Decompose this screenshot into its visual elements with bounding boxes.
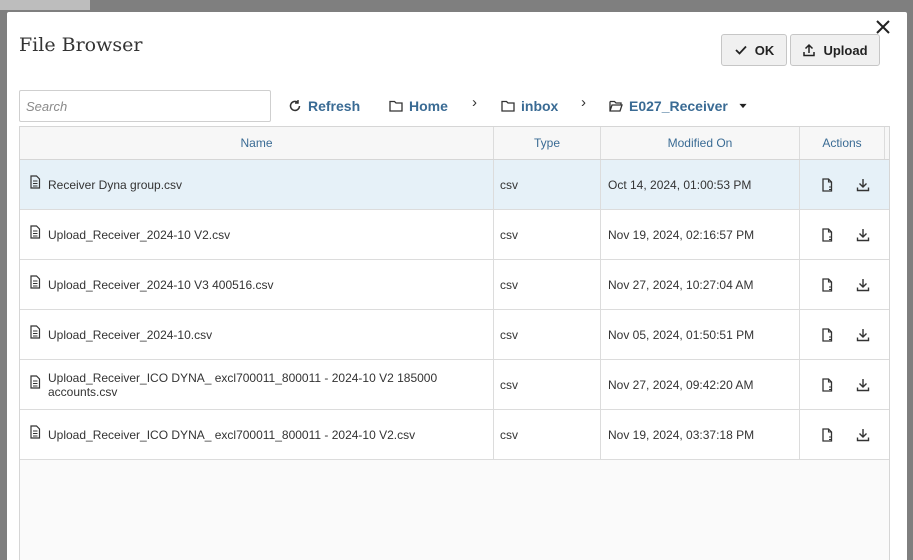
breadcrumb-home-label: Home <box>409 98 448 114</box>
refresh-button[interactable]: Refresh <box>288 98 360 114</box>
preview-file-icon[interactable] <box>820 427 834 442</box>
refresh-icon <box>289 100 301 112</box>
dialog-title: File Browser <box>19 34 143 56</box>
breadcrumb-current[interactable]: E027_Receiver <box>609 98 748 114</box>
table-row[interactable]: Upload_Receiver_2024-10 V3 400516.csv csv… <box>20 260 889 310</box>
file-name[interactable]: Upload_Receiver_2024-10 V3 400516.csv <box>48 278 274 292</box>
breadcrumb-separator: › <box>581 94 586 111</box>
caret-down-icon <box>739 103 747 109</box>
preview-file-icon[interactable] <box>820 377 834 392</box>
column-header-modified[interactable]: Modified On <box>601 127 800 159</box>
type-cell: csv <box>494 260 601 309</box>
file-icon <box>28 424 42 439</box>
search-input[interactable] <box>19 90 271 122</box>
file-name[interactable]: Upload_Receiver_2024-10.csv <box>48 328 212 342</box>
table-row[interactable]: Upload_Receiver_ICO DYNA_ excl700011_800… <box>20 410 889 460</box>
modified-cell: Oct 14, 2024, 01:00:53 PM <box>601 160 800 209</box>
file-icon <box>28 324 42 339</box>
name-cell: Receiver Dyna group.csv <box>20 160 494 209</box>
actions-cell <box>800 260 889 309</box>
ok-label: OK <box>754 42 775 58</box>
upload-button[interactable]: Upload <box>790 34 880 66</box>
file-browser-dialog: File Browser OK Upload Refresh Home › in… <box>7 12 907 560</box>
download-icon[interactable] <box>856 328 870 342</box>
actions-cell <box>800 210 889 259</box>
name-cell: Upload_Receiver_ICO DYNA_ excl700011_800… <box>20 360 494 409</box>
modified-cell: Nov 05, 2024, 01:50:51 PM <box>601 310 800 359</box>
breadcrumb-current-label: E027_Receiver <box>629 98 728 114</box>
file-table: Name Type Modified On Actions Receiver D… <box>19 126 890 560</box>
table-row[interactable]: Upload_Receiver_2024-10.csv csv Nov 05, 20… <box>20 310 889 360</box>
table-row[interactable]: Upload_Receiver_2024-10 V2.csv csv Nov 19,… <box>20 210 889 260</box>
breadcrumb-home[interactable]: Home <box>389 98 448 114</box>
background-tab <box>0 0 90 10</box>
type-cell: csv <box>494 310 601 359</box>
upload-label: Upload <box>823 42 868 58</box>
name-cell: Upload_Receiver_2024-10 V2.csv <box>20 210 494 259</box>
breadcrumb-inbox-label: inbox <box>521 98 559 114</box>
file-icon <box>28 224 42 239</box>
type-cell: csv <box>494 210 601 259</box>
file-name[interactable]: Receiver Dyna group.csv <box>48 178 182 192</box>
download-icon[interactable] <box>856 228 870 242</box>
file-icon <box>28 374 42 389</box>
check-icon <box>735 45 747 55</box>
file-icon <box>28 174 42 189</box>
modified-cell: Nov 19, 2024, 02:16:57 PM <box>601 210 800 259</box>
download-icon[interactable] <box>856 278 870 292</box>
modified-cell: Nov 19, 2024, 03:37:18 PM <box>601 410 800 459</box>
name-cell: Upload_Receiver_ICO DYNA_ excl700011_800… <box>20 410 494 459</box>
refresh-label: Refresh <box>308 98 361 114</box>
type-cell: csv <box>494 160 601 209</box>
name-cell: Upload_Receiver_2024-10 V3 400516.csv <box>20 260 494 309</box>
preview-file-icon[interactable] <box>820 177 834 192</box>
preview-file-icon[interactable] <box>820 277 834 292</box>
table-row[interactable]: Receiver Dyna group.csv csv Oct 14, 2024, … <box>20 160 889 210</box>
column-header-type[interactable]: Type <box>494 127 601 159</box>
table-row[interactable]: Upload_Receiver_ICO DYNA_ excl700011_800… <box>20 360 889 410</box>
modified-cell: Nov 27, 2024, 10:27:04 AM <box>601 260 800 309</box>
folder-icon <box>501 100 515 112</box>
file-name[interactable]: Upload_Receiver_ICO DYNA_ excl700011_800… <box>48 428 415 442</box>
type-cell: csv <box>494 410 601 459</box>
download-icon[interactable] <box>856 178 870 192</box>
upload-icon <box>803 43 816 57</box>
ok-button[interactable]: OK <box>721 34 787 66</box>
name-cell: Upload_Receiver_2024-10.csv <box>20 310 494 359</box>
actions-cell <box>800 360 889 409</box>
breadcrumb-inbox[interactable]: inbox <box>501 98 558 114</box>
column-header-name[interactable]: Name <box>20 127 494 159</box>
actions-cell <box>800 410 889 459</box>
file-name[interactable]: Upload_Receiver_ICO DYNA_ excl700011_800… <box>48 371 493 399</box>
actions-cell <box>800 310 889 359</box>
download-icon[interactable] <box>856 428 870 442</box>
folder-open-icon <box>609 100 623 112</box>
modified-cell: Nov 27, 2024, 09:42:20 AM <box>601 360 800 409</box>
column-header-actions: Actions <box>800 127 885 159</box>
download-icon[interactable] <box>856 378 870 392</box>
preview-file-icon[interactable] <box>820 227 834 242</box>
folder-icon <box>389 100 403 112</box>
file-icon <box>28 274 42 289</box>
type-cell: csv <box>494 360 601 409</box>
preview-file-icon[interactable] <box>820 327 834 342</box>
breadcrumb-separator: › <box>472 94 477 111</box>
table-header: Name Type Modified On Actions <box>20 127 889 160</box>
actions-cell <box>800 160 889 209</box>
file-name[interactable]: Upload_Receiver_2024-10 V2.csv <box>48 228 230 242</box>
